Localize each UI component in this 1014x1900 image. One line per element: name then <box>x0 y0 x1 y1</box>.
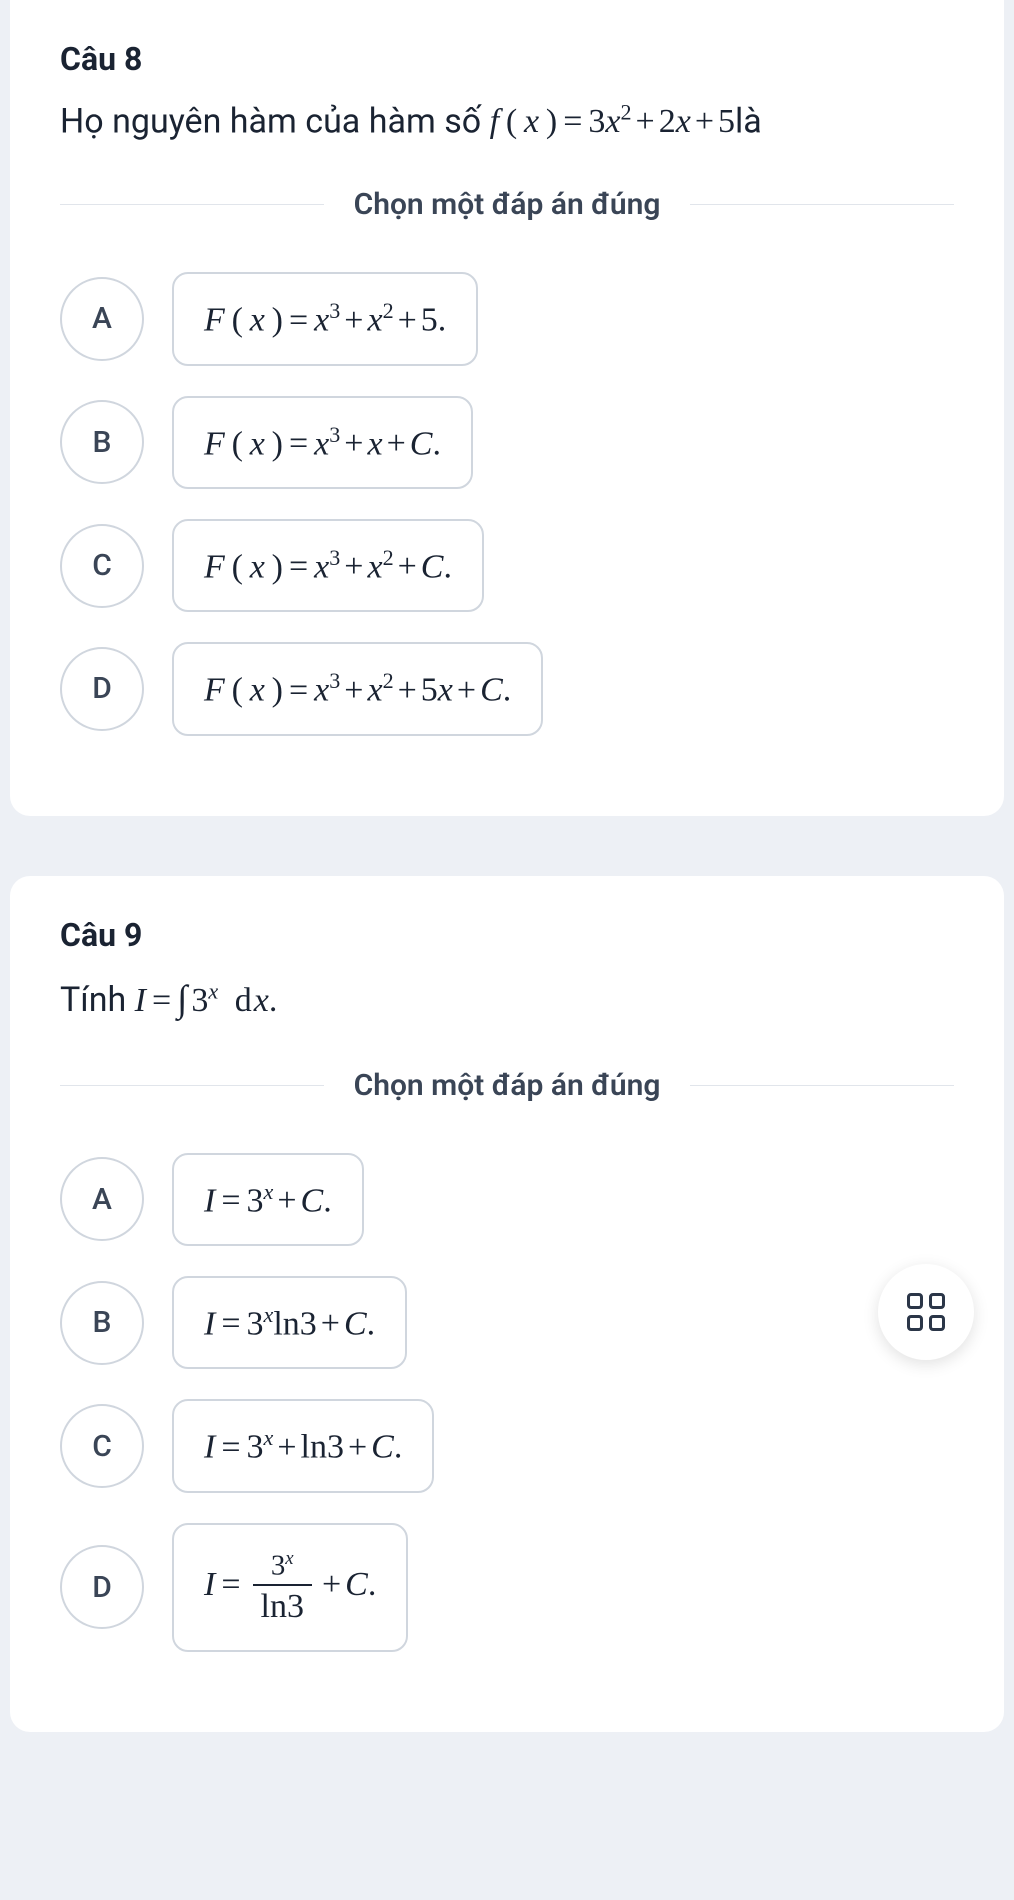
option-content-b[interactable]: I=3xln3+C. <box>172 1276 407 1369</box>
option-letter-a[interactable]: A <box>60 277 144 361</box>
prompt-math: f ( x )=3x2+2x+5 <box>490 103 735 140</box>
option-letter-c[interactable]: C <box>60 524 144 608</box>
option-c-math: F ( x )=x3+x2+C. <box>204 545 452 586</box>
option-b-math: I=3xln3+C. <box>204 1302 375 1343</box>
prompt-prefix: Tính <box>60 980 135 1020</box>
question-prompt: Tính I=∫3x dx. <box>60 972 954 1028</box>
option-letter-a[interactable]: A <box>60 1157 144 1241</box>
grid-menu-button[interactable] <box>878 1264 974 1360</box>
option-letter-c[interactable]: C <box>60 1404 144 1488</box>
instruction-text: Chọn một đáp án đúng <box>324 187 691 222</box>
option-c[interactable]: C I=3x+ln3+C. <box>60 1399 954 1492</box>
option-c[interactable]: C F ( x )=x3+x2+C. <box>60 519 954 612</box>
option-content-d[interactable]: F ( x )=x3+x2+5x+C. <box>172 642 543 735</box>
instruction-text: Chọn một đáp án đúng <box>324 1068 691 1103</box>
divider-line-right <box>690 204 954 205</box>
option-content-a[interactable]: F ( x )=x3+x2+5. <box>172 272 478 365</box>
option-a[interactable]: A I=3x+C. <box>60 1153 954 1246</box>
divider-line-left <box>60 1085 324 1086</box>
option-letter-d[interactable]: D <box>60 647 144 731</box>
divider-line-right <box>690 1085 954 1086</box>
option-a-math: I=3x+C. <box>204 1179 332 1220</box>
option-b[interactable]: B F ( x )=x3+x+C. <box>60 396 954 489</box>
option-letter-b[interactable]: B <box>60 400 144 484</box>
option-content-c[interactable]: I=3x+ln3+C. <box>172 1399 434 1492</box>
question-prompt: Họ nguyên hàm của hàm số f ( x )=3x2+2x+… <box>60 96 954 147</box>
option-c-math: I=3x+ln3+C. <box>204 1425 402 1466</box>
option-a-math: F ( x )=x3+x2+5. <box>204 298 446 339</box>
question-card-9: Câu 9 Tính I=∫3x dx. Chọn một đáp án đún… <box>10 876 1004 1732</box>
option-letter-d[interactable]: D <box>60 1545 144 1629</box>
divider-line-left <box>60 204 324 205</box>
prompt-suffix: là <box>735 101 762 141</box>
instruction-divider: Chọn một đáp án đúng <box>60 187 954 222</box>
option-content-d[interactable]: I=3xln3+C. <box>172 1523 408 1652</box>
grid-icon <box>907 1293 945 1331</box>
prompt-prefix: Họ nguyên hàm của hàm số <box>60 101 490 141</box>
option-b[interactable]: B I=3xln3+C. <box>60 1276 954 1369</box>
option-d-math: I=3xln3+C. <box>204 1549 376 1626</box>
option-b-math: F ( x )=x3+x+C. <box>204 422 441 463</box>
option-letter-b[interactable]: B <box>60 1281 144 1365</box>
question-title: Câu 9 <box>60 916 954 954</box>
option-content-b[interactable]: F ( x )=x3+x+C. <box>172 396 473 489</box>
question-title: Câu 8 <box>60 40 954 78</box>
question-card-8: Câu 8 Họ nguyên hàm của hàm số f ( x )=3… <box>10 0 1004 816</box>
option-a[interactable]: A F ( x )=x3+x2+5. <box>60 272 954 365</box>
option-d[interactable]: D I=3xln3+C. <box>60 1523 954 1652</box>
option-content-a[interactable]: I=3x+C. <box>172 1153 364 1246</box>
option-d[interactable]: D F ( x )=x3+x2+5x+C. <box>60 642 954 735</box>
instruction-divider: Chọn một đáp án đúng <box>60 1068 954 1103</box>
option-d-math: F ( x )=x3+x2+5x+C. <box>204 668 511 709</box>
prompt-math: I=∫3x dx. <box>135 982 278 1019</box>
option-content-c[interactable]: F ( x )=x3+x2+C. <box>172 519 484 612</box>
